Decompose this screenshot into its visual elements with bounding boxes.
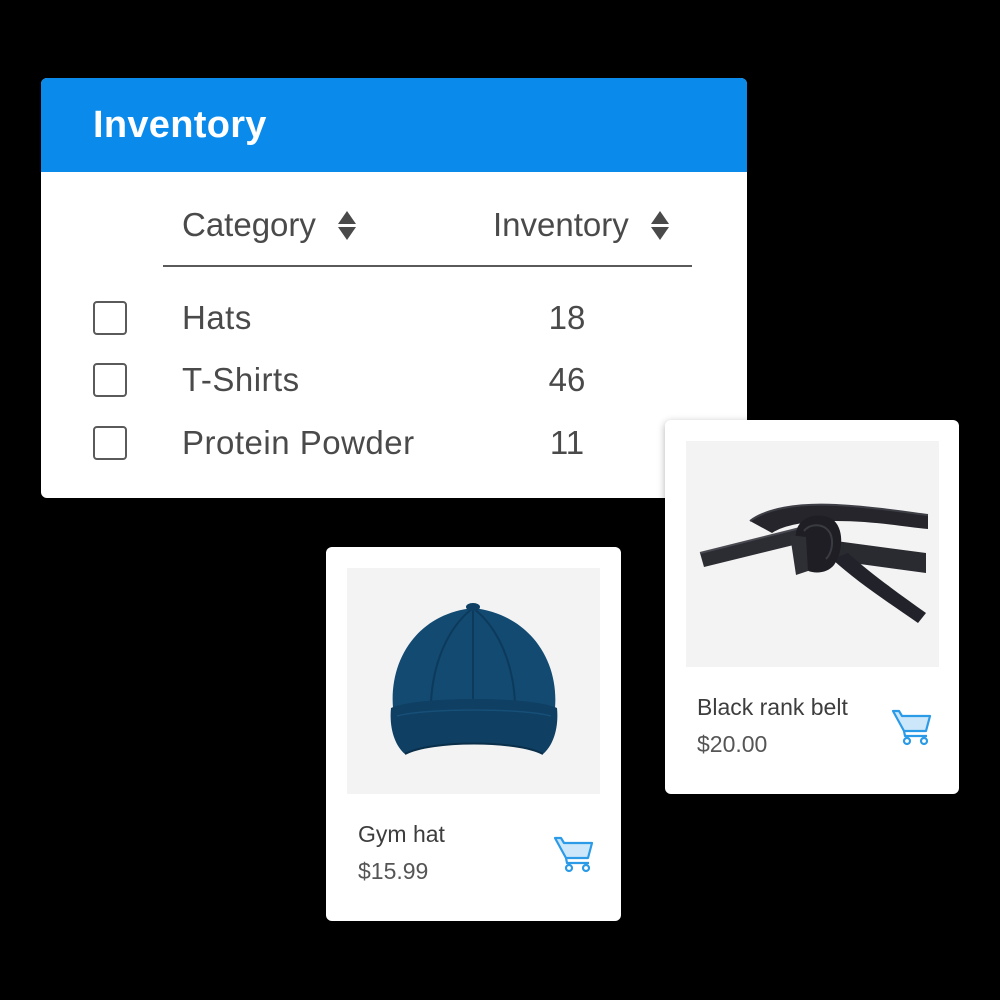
sort-ascending-icon — [337, 210, 356, 224]
sort-descending-icon — [337, 226, 356, 240]
row-checkbox[interactable] — [93, 363, 127, 397]
panel-header: Inventory — [41, 78, 747, 172]
category-cell: Hats — [182, 299, 252, 336]
column-header-inventory[interactable]: Inventory — [493, 206, 669, 244]
panel-title: Inventory — [93, 103, 267, 146]
navy-cap-image — [347, 568, 600, 794]
row-checkbox[interactable] — [93, 301, 127, 335]
inventory-panel: Inventory Category Inventory Hats 18 T-S… — [41, 78, 747, 498]
column-header-label: Inventory — [493, 206, 629, 243]
sort-icon[interactable] — [337, 210, 356, 240]
row-checkbox[interactable] — [93, 426, 127, 460]
inventory-cell: 11 — [549, 424, 585, 461]
stage: Inventory Category Inventory Hats 18 T-S… — [0, 0, 1000, 1000]
category-cell: Protein Powder — [182, 424, 415, 461]
add-to-cart-button[interactable] — [891, 706, 933, 748]
product-name: Black rank belt — [697, 694, 848, 720]
inventory-cell: 18 — [548, 299, 586, 336]
product-name: Gym hat — [358, 821, 445, 847]
sort-ascending-icon — [650, 210, 669, 224]
add-to-cart-button[interactable] — [553, 833, 595, 875]
product-card-black-rank-belt[interactable]: Black rank belt $20.00 — [665, 420, 959, 794]
black-belt-image — [686, 441, 939, 667]
product-price: $20.00 — [697, 731, 768, 757]
table-header: Category Inventory — [163, 172, 692, 267]
column-header-label: Category — [182, 206, 316, 243]
category-cell: T-Shirts — [182, 361, 300, 398]
shopping-cart-icon — [891, 709, 932, 746]
sort-descending-icon — [650, 226, 669, 240]
inventory-cell: 46 — [548, 361, 586, 398]
sort-icon[interactable] — [650, 210, 669, 240]
product-price: $15.99 — [358, 858, 429, 884]
table-row: Hats 18 — [41, 298, 747, 348]
table-row: T-Shirts 46 — [41, 360, 747, 410]
shopping-cart-icon — [553, 836, 594, 873]
product-card-gym-hat[interactable]: Gym hat $15.99 — [326, 547, 621, 921]
table-row: Protein Powder 11 — [41, 423, 747, 473]
column-header-category[interactable]: Category — [182, 206, 356, 244]
